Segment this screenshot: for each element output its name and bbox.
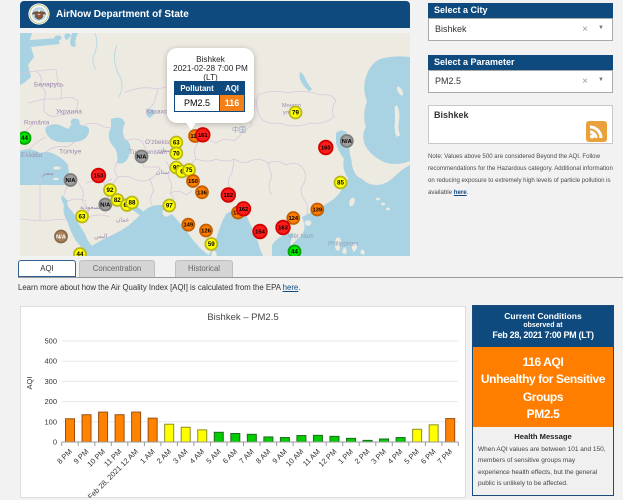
svg-text:7 AM: 7 AM xyxy=(237,447,255,465)
svg-text:100: 100 xyxy=(44,417,57,426)
svg-text:ستان: ستان xyxy=(158,147,171,154)
svg-text:150: 150 xyxy=(188,179,198,185)
svg-text:N/A: N/A xyxy=(137,155,148,161)
svg-text:3 AM: 3 AM xyxy=(171,447,189,465)
svg-text:2 PM: 2 PM xyxy=(353,447,372,466)
svg-text:85: 85 xyxy=(337,180,344,187)
svg-text:63: 63 xyxy=(173,140,180,147)
svg-text:44: 44 xyxy=(291,249,298,256)
svg-text:152: 152 xyxy=(223,193,233,199)
svg-text:4 PM: 4 PM xyxy=(386,447,405,466)
svg-text:97: 97 xyxy=(166,203,173,210)
svg-text:126: 126 xyxy=(201,229,211,235)
svg-text:88: 88 xyxy=(129,200,136,207)
svg-text:500: 500 xyxy=(44,337,57,346)
svg-text:70: 70 xyxy=(173,150,180,157)
svg-text:124: 124 xyxy=(288,216,298,222)
svg-text:3 PM: 3 PM xyxy=(369,447,388,466)
svg-text:7 PM: 7 PM xyxy=(435,447,454,466)
svg-text:اليمن: اليمن xyxy=(94,233,108,240)
svg-text:163: 163 xyxy=(278,226,288,232)
svg-text:400: 400 xyxy=(44,357,57,366)
svg-text:162: 162 xyxy=(239,207,249,213)
svg-text:5 PM: 5 PM xyxy=(402,447,421,466)
svg-text:Türkiye: Türkiye xyxy=(59,149,82,156)
svg-text:136: 136 xyxy=(197,190,207,196)
svg-text:59: 59 xyxy=(208,241,215,248)
svg-text:154: 154 xyxy=(255,230,265,236)
svg-text:Беларусь: Беларусь xyxy=(34,82,64,89)
svg-text:44: 44 xyxy=(77,251,84,256)
svg-text:92: 92 xyxy=(107,187,114,194)
svg-text:6 AM: 6 AM xyxy=(221,447,239,465)
svg-text:10 AM: 10 AM xyxy=(284,447,305,468)
svg-text:România: România xyxy=(24,120,50,127)
svg-text:عمان: عمان xyxy=(116,217,129,224)
svg-text:2 AM: 2 AM xyxy=(155,447,173,465)
svg-text:79: 79 xyxy=(292,110,299,117)
svg-text:75: 75 xyxy=(186,167,193,174)
svg-text:AQI: AQI xyxy=(25,377,34,390)
svg-text:N/A: N/A xyxy=(342,139,353,145)
svg-text:10 PM: 10 PM xyxy=(85,447,107,469)
svg-text:1 AM: 1 AM xyxy=(138,447,156,465)
svg-text:0: 0 xyxy=(53,438,57,447)
svg-text:ستان: ستان xyxy=(156,169,169,176)
svg-text:300: 300 xyxy=(44,377,57,386)
svg-text:中国: 中国 xyxy=(232,125,246,134)
svg-text:149: 149 xyxy=(183,223,193,229)
svg-text:63: 63 xyxy=(79,214,86,221)
svg-text:4 AM: 4 AM xyxy=(188,447,206,465)
svg-text:153: 153 xyxy=(94,174,104,180)
svg-text:8 AM: 8 AM xyxy=(254,447,272,465)
svg-text:160: 160 xyxy=(321,146,331,152)
svg-text:6 PM: 6 PM xyxy=(419,447,438,466)
svg-text:161: 161 xyxy=(198,133,208,139)
svg-text:8 PM: 8 PM xyxy=(55,447,74,466)
svg-text:N/A: N/A xyxy=(100,203,111,209)
svg-text:82: 82 xyxy=(114,197,121,204)
svg-text:Украина: Украина xyxy=(56,109,82,116)
svg-text:1 PM: 1 PM xyxy=(336,447,355,466)
svg-text:N/A: N/A xyxy=(56,235,67,241)
svg-text:44: 44 xyxy=(21,135,28,142)
svg-text:N/A: N/A xyxy=(66,178,77,184)
svg-text:200: 200 xyxy=(44,397,57,406)
svg-text:Philippines: Philippines xyxy=(328,241,358,248)
svg-text:5 AM: 5 AM xyxy=(204,447,222,465)
svg-text:مصر: مصر xyxy=(41,171,54,177)
svg-text:12 PM: 12 PM xyxy=(317,447,339,469)
svg-text:Ελλάδα: Ελλάδα xyxy=(21,151,43,159)
svg-text:Việt Nam: Việt Nam xyxy=(288,233,314,240)
svg-text:139: 139 xyxy=(312,208,322,214)
